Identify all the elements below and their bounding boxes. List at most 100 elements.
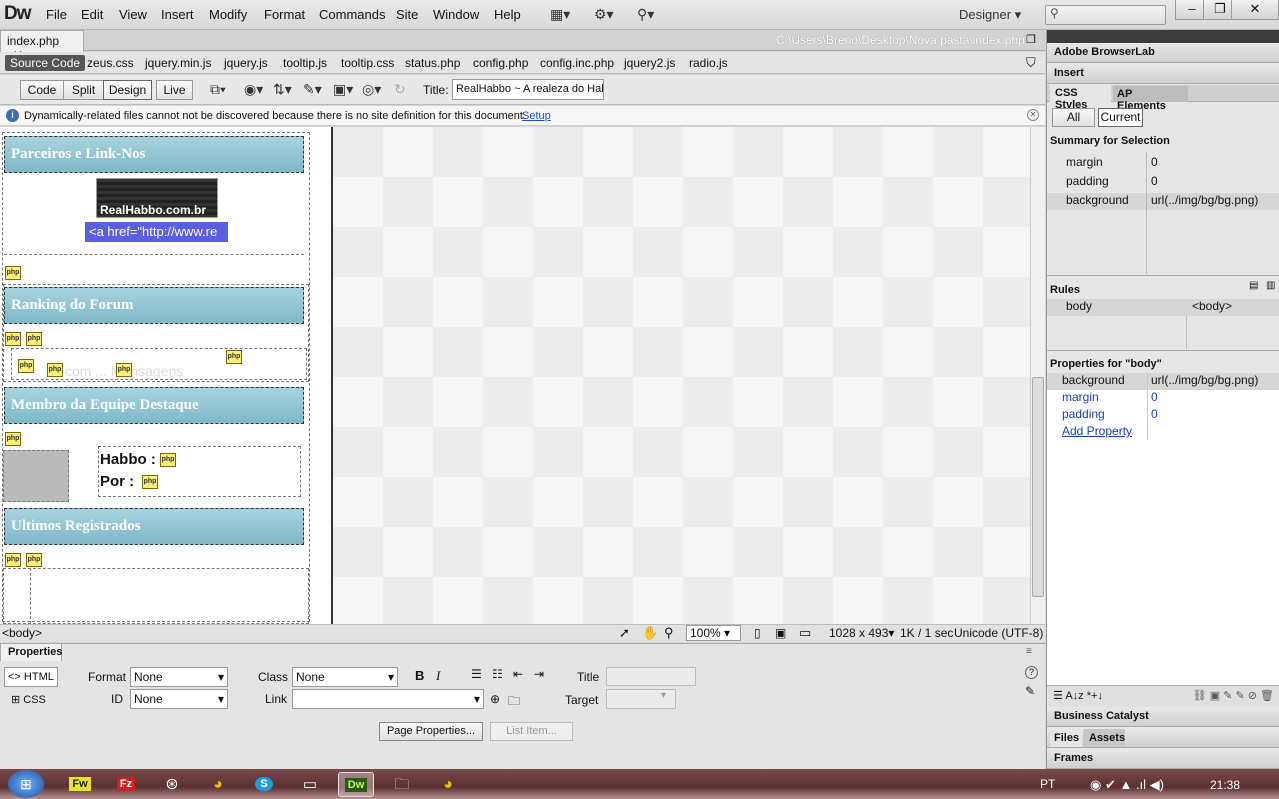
- php-tag-icon[interactable]: php: [18, 359, 34, 373]
- ordered-list-icon[interactable]: ☷: [492, 667, 503, 681]
- taskbar-chrome-2[interactable]: ◕: [430, 772, 466, 797]
- code-view-button[interactable]: Code: [20, 80, 64, 100]
- php-tag-icon[interactable]: php: [116, 363, 132, 377]
- target-select[interactable]: ▾: [606, 689, 676, 709]
- hand-tool-icon[interactable]: ✋: [642, 625, 658, 641]
- debug-icon[interactable]: ✎▾: [303, 81, 322, 99]
- php-tag-icon[interactable]: php: [160, 453, 176, 467]
- menu-format[interactable]: Format: [264, 7, 305, 22]
- tag-selector[interactable]: <body>: [2, 626, 42, 640]
- summary-row[interactable]: background url(../img/bg/bg.png): [1047, 193, 1279, 210]
- css-mode-button[interactable]: ⊞ CSS: [11, 693, 46, 706]
- menu-insert[interactable]: Insert: [161, 7, 194, 22]
- related-file[interactable]: jquery.min.js: [145, 56, 211, 70]
- tray-icons[interactable]: ◉ ✔ ▲ .ıl ◀): [1090, 777, 1164, 793]
- menu-window[interactable]: Window: [433, 7, 479, 22]
- menu-file[interactable]: File: [46, 7, 67, 22]
- file-transfer-icon[interactable]: ⇅▾: [273, 81, 292, 99]
- refresh-icon[interactable]: ↻: [394, 81, 406, 99]
- quick-tag-editor-icon[interactable]: ✎: [1025, 684, 1035, 698]
- menu-commands[interactable]: Commands: [319, 7, 385, 22]
- related-file[interactable]: config.inc.php: [540, 56, 614, 70]
- property-row[interactable]: background url(../img/bg/bg.png): [1047, 373, 1279, 390]
- php-tag-icon[interactable]: php: [5, 432, 21, 446]
- related-file[interactable]: radio.js: [689, 56, 728, 70]
- taskbar-explorer-window[interactable]: ▭: [292, 772, 328, 797]
- section-header[interactable]: Parceiros e Link-Nos: [4, 136, 304, 173]
- related-file[interactable]: tooltip.js: [283, 56, 327, 70]
- current-button[interactable]: Current: [1098, 108, 1143, 127]
- taskbar-filezilla[interactable]: Fz: [108, 772, 144, 797]
- menu-edit[interactable]: Edit: [81, 7, 103, 22]
- related-file[interactable]: jquery.js: [224, 56, 268, 70]
- property-row[interactable]: margin 0: [1047, 390, 1279, 407]
- language-indicator[interactable]: PT: [1040, 777, 1055, 791]
- dock-collapse-bar[interactable]: [1047, 30, 1279, 43]
- taskbar-folder[interactable]: 🗀: [384, 772, 420, 797]
- indent-icon[interactable]: ⇥: [534, 667, 544, 681]
- desktop-size-icon[interactable]: ▭: [799, 625, 811, 641]
- taskbar-dreamweaver[interactable]: Dw: [338, 772, 374, 797]
- related-file[interactable]: config.php: [473, 56, 528, 70]
- close-infobar-icon[interactable]: ✕: [1027, 109, 1039, 121]
- live-view-button[interactable]: Live: [156, 80, 193, 100]
- extend-gear-icon[interactable]: ⚙▾: [594, 6, 614, 24]
- related-file[interactable]: zeus.css: [87, 56, 134, 70]
- italic-button[interactable]: I: [436, 668, 440, 684]
- section-header[interactable]: Ultimos Registrados: [4, 508, 304, 545]
- site-icon[interactable]: ⚲▾: [637, 6, 654, 24]
- add-property-link[interactable]: Add Property: [1062, 424, 1132, 438]
- browserlab-panel[interactable]: Adobe BrowserLab: [1047, 43, 1279, 63]
- browse-folder-icon[interactable]: 🗀: [508, 692, 520, 713]
- add-property-row[interactable]: Add Property: [1047, 424, 1279, 441]
- document-tab[interactable]: index.php ✕: [0, 30, 84, 62]
- properties-tab[interactable]: Properties: [0, 643, 62, 661]
- scrollbar-thumb[interactable]: [1032, 377, 1044, 597]
- menu-site[interactable]: Site: [396, 7, 418, 22]
- format-select[interactable]: None ▾: [130, 667, 228, 687]
- related-file[interactable]: status.php: [405, 56, 460, 70]
- menu-modify[interactable]: Modify: [209, 7, 247, 22]
- tab-assets[interactable]: Assets: [1083, 729, 1125, 747]
- design-view-button[interactable]: Design: [103, 80, 152, 100]
- help-icon[interactable]: ?: [1025, 666, 1038, 679]
- source-code-button[interactable]: Source Code: [5, 55, 86, 71]
- alpha-sort-icon[interactable]: A↓z: [1065, 690, 1083, 702]
- setup-link[interactable]: Setup: [522, 110, 551, 122]
- summary-row[interactable]: margin 0: [1047, 155, 1279, 172]
- zoom-select[interactable]: 100% ▾: [686, 625, 741, 641]
- php-tag-icon[interactable]: php: [5, 266, 21, 280]
- realhabbo-banner-image[interactable]: RealHabbo.com.br: [96, 178, 218, 218]
- search-input[interactable]: ⚲: [1045, 5, 1166, 25]
- design-view[interactable]: Parceiros e Link-Nos RealHabbo.com.br <a…: [0, 127, 1045, 624]
- rule-row[interactable]: body <body>: [1047, 299, 1279, 316]
- css-actions-icon[interactable]: ⛓ ▣ ✎ ✎ ⊘ 🗑: [1193, 689, 1274, 702]
- php-tag-icon[interactable]: php: [47, 363, 63, 377]
- outdent-icon[interactable]: ⇤: [513, 667, 523, 681]
- tab-ap-elements[interactable]: AP Elements: [1113, 86, 1188, 112]
- tab-files[interactable]: Files: [1050, 729, 1082, 747]
- property-row[interactable]: padding 0: [1047, 407, 1279, 424]
- category-view-icon[interactable]: ☰: [1053, 690, 1063, 702]
- unordered-list-icon[interactable]: ☰: [471, 667, 482, 681]
- workspace-switcher[interactable]: Designer ▾: [959, 7, 1021, 23]
- show-cascade-icon[interactable]: ▥: [1266, 280, 1275, 291]
- php-tag-icon[interactable]: php: [26, 332, 42, 346]
- show-info-icon[interactable]: ▤: [1249, 280, 1258, 291]
- selected-link-code[interactable]: <a href="http://www.re: [85, 222, 228, 242]
- summary-row[interactable]: padding 0: [1047, 174, 1279, 191]
- section-header[interactable]: Ranking do Forum: [4, 287, 304, 324]
- page-title-input[interactable]: RealHabbo ~ A realeza do Hab: [452, 79, 604, 100]
- zoom-tool-icon[interactable]: ⚲: [664, 625, 674, 641]
- tab-css-styles[interactable]: CSS Styles: [1050, 85, 1111, 111]
- taskbar-app[interactable]: ⊛: [154, 772, 190, 797]
- vertical-scrollbar[interactable]: [1030, 127, 1045, 624]
- php-tag-icon[interactable]: php: [5, 553, 21, 567]
- php-tag-icon[interactable]: php: [226, 350, 242, 364]
- all-button[interactable]: All: [1052, 108, 1095, 127]
- mobile-size-icon[interactable]: ▯: [754, 626, 761, 640]
- point-to-file-icon[interactable]: ⊕: [490, 692, 500, 706]
- close-window-button[interactable]: ✕: [1231, 0, 1279, 20]
- visual-aids-icon[interactable]: ▣▾: [333, 81, 353, 99]
- multiscreen-icon[interactable]: ⧉▾: [210, 81, 226, 99]
